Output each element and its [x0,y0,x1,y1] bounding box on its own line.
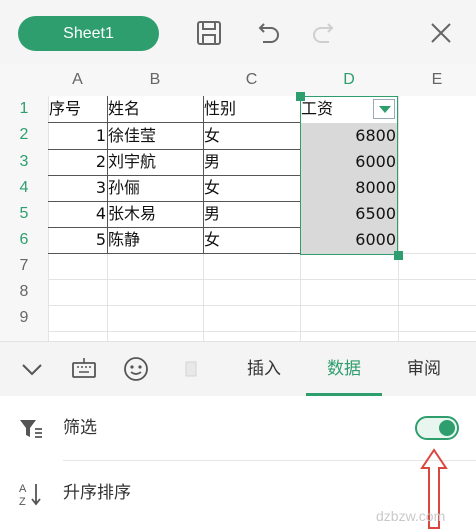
watermark: dzbzw.com [376,508,446,524]
row-header-4[interactable]: 4 [0,175,48,201]
cell-d3[interactable]: 6000 [300,149,397,175]
column-header-a[interactable]: A [48,64,107,96]
row-header-3[interactable]: 3 [0,149,48,175]
cell-d2[interactable]: 6800 [300,123,397,149]
top-toolbar: Sheet1 [0,0,476,64]
sort-ascending-icon: AZ [18,481,44,508]
grid-line [48,331,476,332]
cell-c2[interactable]: 女 [203,123,300,149]
row-header-6[interactable]: 6 [0,227,48,253]
cell-c6[interactable]: 女 [203,227,300,253]
cell-d4[interactable]: 8000 [300,175,397,201]
filter-row[interactable]: 筛选 [0,396,476,461]
toggle-knob [439,420,455,436]
bottom-ribbon: 插入 数据 审阅 [0,341,476,396]
cell-a4[interactable]: 3 [48,175,107,201]
column-header-b[interactable]: B [107,64,203,96]
row-header-9[interactable]: 9 [0,305,48,331]
row-header-1[interactable]: 1 [0,96,48,122]
filter-icon [18,416,44,442]
cell-d5[interactable]: 6500 [300,201,397,227]
filter-dropdown-button[interactable] [373,99,395,119]
column-header-row: A B C D E [0,64,476,96]
row-header-column: 1 2 3 4 5 6 7 8 9 [0,96,48,341]
column-header-e[interactable]: E [398,64,476,96]
filter-label: 筛选 [63,418,97,438]
emoji-icon[interactable] [122,355,150,383]
cell-b2[interactable]: 徐佳莹 [107,123,203,149]
undo-icon[interactable] [252,18,282,48]
tab-insert[interactable]: 插入 [234,342,294,397]
cell-a6[interactable]: 5 [48,227,107,253]
row-header-2[interactable]: 2 [0,122,48,148]
tab-data[interactable]: 数据 [306,342,382,397]
column-header-d[interactable]: D [300,64,398,96]
keyboard-icon[interactable] [70,355,98,383]
cell-b3[interactable]: 刘宇航 [107,149,203,175]
cell-a1[interactable]: 序号 [48,96,107,122]
dropdown-triangle-icon [379,106,391,113]
grid-line [48,305,476,306]
cell-c3[interactable]: 男 [203,149,300,175]
svg-text:A: A [19,483,27,495]
table-border [48,253,300,254]
save-icon[interactable] [194,18,224,48]
collapse-icon[interactable] [18,355,46,383]
cell-c5[interactable]: 男 [203,201,300,227]
cell-a3[interactable]: 2 [48,149,107,175]
cell-a5[interactable]: 4 [48,201,107,227]
cell-b5[interactable]: 张木易 [107,201,203,227]
grid-line [48,279,476,280]
cell-d1[interactable]: 工资 [300,96,370,122]
faded-tab-icon [181,355,201,383]
redo-icon [310,18,340,48]
svg-text:Z: Z [19,496,26,507]
cell-c4[interactable]: 女 [203,175,300,201]
cell-b4[interactable]: 孙俪 [107,175,203,201]
cell-a2[interactable]: 1 [48,123,107,149]
row-header-8[interactable]: 8 [0,279,48,305]
sheet-tab[interactable]: Sheet1 [18,16,159,51]
close-icon[interactable] [426,18,456,48]
tab-review[interactable]: 审阅 [394,342,454,397]
column-header-c[interactable]: C [203,64,300,96]
row-header-7[interactable]: 7 [0,253,48,279]
cell-d6[interactable]: 6000 [300,227,397,253]
row-header-5[interactable]: 5 [0,201,48,227]
cell-b1[interactable]: 姓名 [107,96,203,122]
cell-b6[interactable]: 陈静 [107,227,203,253]
spreadsheet-grid[interactable]: A B C D E 1 2 3 4 5 6 7 8 9 序号 姓名 性别 工资 [0,64,476,341]
cell-c1[interactable]: 性别 [203,96,300,122]
filter-toggle[interactable] [415,416,459,440]
sort-ascending-label: 升序排序 [63,483,131,503]
